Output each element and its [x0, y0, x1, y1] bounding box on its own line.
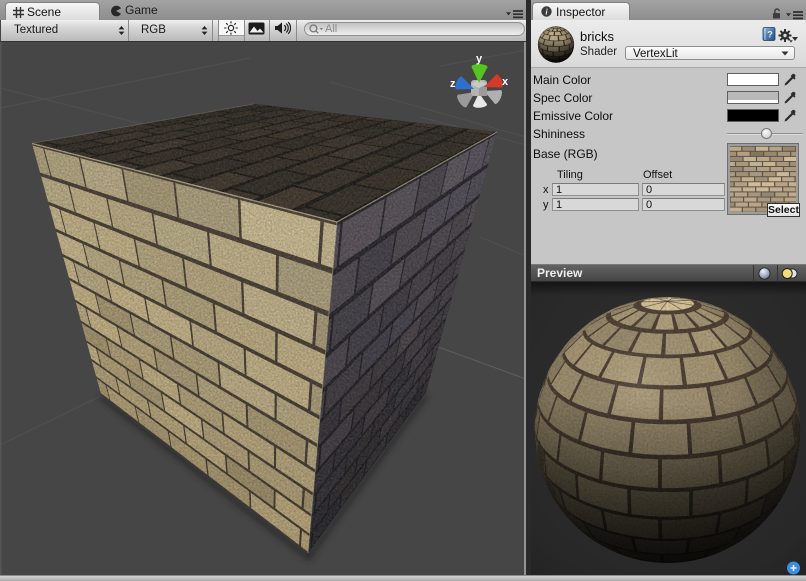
svg-text:?: ?	[767, 30, 773, 40]
svg-text:z: z	[450, 78, 456, 90]
svg-text:x: x	[502, 76, 509, 88]
svg-text:y: y	[476, 53, 483, 65]
